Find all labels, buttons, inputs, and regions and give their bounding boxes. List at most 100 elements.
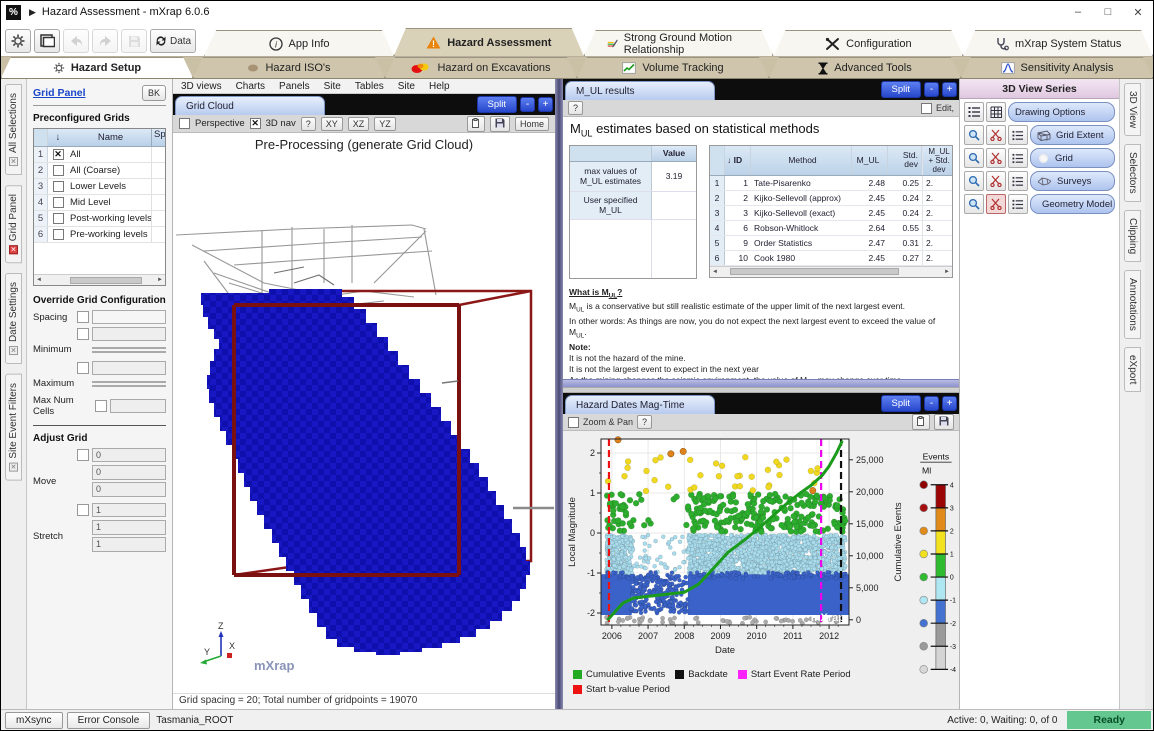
user-specified-value[interactable] (652, 192, 696, 219)
save-chart-button[interactable] (934, 414, 954, 430)
yz-view-button[interactable]: YZ (374, 117, 396, 131)
tab-hazard-assessment[interactable]: !Hazard Assessment (394, 28, 584, 56)
max-num-cells-input[interactable] (110, 399, 166, 413)
minimum-x-input[interactable] (92, 327, 166, 341)
spacing-input[interactable] (92, 310, 166, 324)
sort-arrow-icon[interactable]: ↓ (727, 156, 731, 165)
close-icon[interactable]: ✕ (9, 245, 18, 254)
spacing-checkbox[interactable] (77, 311, 89, 323)
clip-series-button[interactable] (986, 125, 1006, 145)
grid-checkbox[interactable] (53, 165, 64, 176)
menu-tables[interactable]: Tables (355, 81, 384, 92)
clip-series-button[interactable] (986, 171, 1006, 191)
grid-checkbox[interactable]: ✕ (53, 149, 64, 160)
clip-series-button[interactable] (986, 148, 1006, 168)
grid-checkbox[interactable] (53, 197, 64, 208)
expand-button[interactable]: + (942, 396, 957, 411)
nav-checkbox[interactable]: ✕ (250, 118, 261, 129)
edit-checkbox[interactable] (921, 103, 932, 114)
menu-site-2[interactable]: Site (398, 81, 415, 92)
method-column-header[interactable]: Method (751, 146, 852, 175)
spacing-column-header[interactable]: Spa (151, 129, 165, 146)
tab-hazard-isos[interactable]: Hazard ISO's (193, 57, 385, 78)
refresh-data-button[interactable]: Data (150, 29, 196, 53)
vtab-clipping[interactable]: Clipping (1124, 210, 1141, 262)
series-options-button[interactable] (1008, 125, 1028, 145)
mul-results-tab[interactable]: M_UL results (565, 81, 715, 100)
close-button[interactable]: ✕ (1123, 2, 1153, 22)
grids-table-hscrollbar[interactable]: ◄► (34, 274, 165, 285)
events-colorbar[interactable]: EventsMl43210-1-2-3-4 (915, 433, 959, 695)
vtab-selectors[interactable]: Selectors (1124, 144, 1141, 202)
std-column-header[interactable]: Std. dev (888, 146, 922, 175)
vtab-date-settings[interactable]: ✕Date Settings (5, 273, 22, 364)
series-list-button[interactable] (964, 102, 984, 122)
layout-button[interactable] (34, 29, 60, 53)
move-x-input[interactable]: 0 (92, 448, 166, 462)
grid-table-row[interactable]: 2All (Coarse) (34, 163, 165, 179)
expand-button[interactable]: + (538, 97, 553, 112)
method-table-row[interactable]: 59Order Statistics2.470.312. (710, 236, 952, 251)
method-table-row[interactable]: 11Tate-Pisarenko2.480.252. (710, 176, 952, 191)
copy-view-button[interactable] (467, 116, 485, 132)
stretch-checkbox[interactable] (77, 504, 89, 516)
series-geometry-model-button[interactable]: Geometry Model (1030, 194, 1115, 214)
close-icon[interactable]: ✕ (9, 346, 18, 355)
vtab-annotations[interactable]: Annotations (1124, 270, 1141, 339)
save-view-button[interactable] (490, 116, 510, 132)
maximum-y-input[interactable] (92, 381, 166, 383)
zoom-to-series-button[interactable] (964, 194, 984, 214)
split-button[interactable]: Split (881, 81, 921, 98)
minimize-button[interactable]: – (1063, 2, 1093, 22)
tab-configuration[interactable]: Configuration (773, 30, 963, 56)
help-button[interactable]: ? (637, 415, 652, 429)
grid-cloud-3d-scene[interactable]: Z X Y mXrap (173, 133, 555, 693)
xz-view-button[interactable]: XZ (348, 117, 370, 131)
collapse-button[interactable]: - (924, 396, 939, 411)
menu-site[interactable]: Site (324, 81, 341, 92)
vtab-site-event-filters[interactable]: ✕Site Event Filters (5, 374, 22, 481)
zoom-pan-checkbox[interactable] (568, 417, 579, 428)
sort-arrow-icon[interactable]: ↓ (48, 132, 68, 143)
series-options-button[interactable] (1008, 148, 1028, 168)
xy-view-button[interactable]: XY (321, 117, 343, 131)
zoom-to-series-button[interactable] (964, 148, 984, 168)
minimum-checkbox[interactable] (77, 328, 89, 340)
tab-volume-tracking[interactable]: Volume Tracking (577, 57, 769, 78)
series-surveys-button[interactable]: Surveys (1030, 171, 1115, 191)
tab-mxrap-system-status[interactable]: mXrap System Status (963, 30, 1153, 56)
mag-time-tab[interactable]: Hazard Dates Mag-Time (565, 395, 715, 414)
series-grid-extent-button[interactable]: Grid Extent (1030, 125, 1115, 145)
grid-panel-link[interactable]: Grid Panel (33, 87, 86, 99)
error-console-button[interactable]: Error Console (67, 712, 151, 729)
grid-table-row[interactable]: 5Post-working levels (34, 211, 165, 227)
name-column-header[interactable]: Name (68, 132, 151, 143)
method-table-row[interactable]: 46Robson-Whitlock2.640.553. (710, 221, 952, 236)
maximum-checkbox[interactable] (77, 362, 89, 374)
copy-chart-button[interactable] (912, 414, 930, 430)
back-button[interactable]: BK (142, 85, 166, 101)
tab-advanced-tools[interactable]: Advanced Tools (769, 57, 961, 78)
move-z-input[interactable]: 0 (92, 482, 166, 497)
mxsync-button[interactable]: mXsync (5, 712, 63, 729)
method-table-row[interactable]: 22Kijko-Sellevoll (approx)2.450.242. (710, 191, 952, 206)
series-grid-button[interactable]: Grid (1030, 148, 1115, 168)
grid-checkbox[interactable] (53, 181, 64, 192)
mag-time-chart[interactable]: mXrap-2-10122006200720082009201020112012… (565, 433, 909, 665)
redo-button[interactable] (92, 29, 118, 53)
max-num-cells-checkbox[interactable] (95, 400, 107, 412)
minimum-z-input[interactable] (92, 351, 166, 353)
clip-series-button[interactable] (986, 194, 1006, 214)
maximum-x-input[interactable] (92, 361, 166, 375)
grid-table-row[interactable]: 1✕All (34, 147, 165, 163)
mul-bottom-scrollbar[interactable] (563, 379, 959, 387)
grids-table-header[interactable]: ↓ Name Spa (34, 129, 165, 147)
series-options-button[interactable] (1008, 194, 1028, 214)
zoom-to-series-button[interactable] (964, 125, 984, 145)
grid-table-row[interactable]: 4Mid Level (34, 195, 165, 211)
grid-cloud-tab[interactable]: Grid Cloud (175, 96, 325, 115)
collapse-button[interactable]: - (924, 82, 939, 97)
method-table-row[interactable]: 610Cook 19802.450.272. (710, 251, 952, 266)
move-y-input[interactable]: 0 (92, 465, 166, 480)
help-button[interactable]: ? (568, 101, 583, 115)
